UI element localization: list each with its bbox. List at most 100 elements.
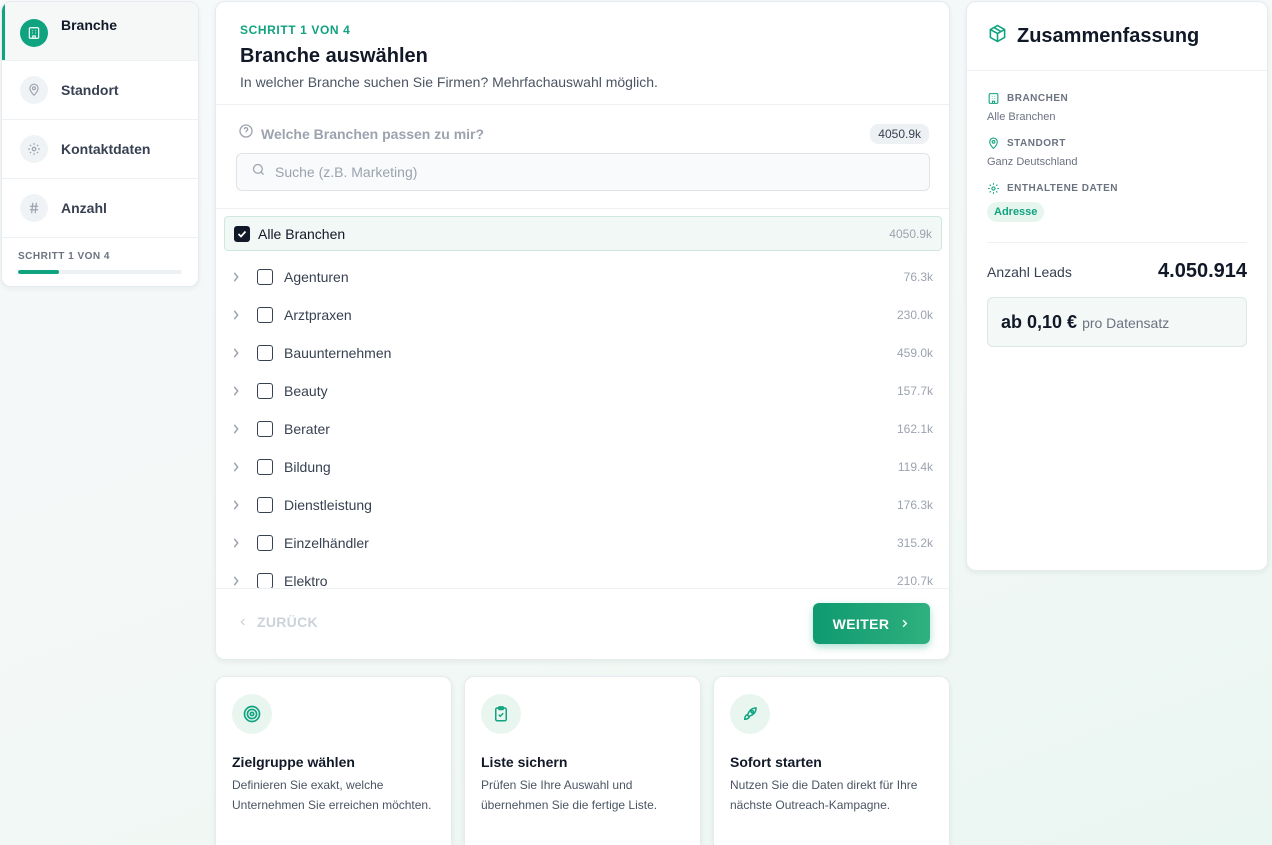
branch-row[interactable]: Bildung 119.4k [216,448,949,486]
all-branches-label: Alle Branchen [258,225,346,242]
branch-count: 459.0k [896,346,933,360]
search-input[interactable]: Suche (z.B. Marketing) [275,164,417,180]
feature-card-zielgruppe: Zielgruppe wählen Definieren Sie exakt, … [215,676,452,845]
feature-text: Definieren Sie exakt, welche Unternehmen… [232,778,432,812]
branch-selection-card: SCHRITT 1 VON 4 Branche auswählen In wel… [215,1,950,660]
branch-checkbox[interactable] [257,383,273,399]
branch-label: Beauty [284,383,328,399]
gear-icon [988,183,999,194]
branch-row[interactable]: Einzelhändler 315.2k [216,524,949,562]
divider [216,588,949,589]
branch-checkbox[interactable] [257,535,273,551]
branch-row[interactable]: Beauty 157.7k [216,372,949,410]
summary-standort-value: Ganz Deutschland [987,156,1078,168]
branch-label: Elektro [284,573,328,588]
feature-card-start: Sofort starten Nutzen Sie die Daten dire… [713,676,950,845]
sidebar-item-branche[interactable]: Branche [2,2,198,61]
sidebar-item-label: Anzahl [61,200,107,216]
divider [987,242,1247,243]
feature-title: Liste sichern [481,754,568,770]
branch-checkbox[interactable] [257,497,273,513]
building-icon [988,93,999,104]
branch-checkbox[interactable] [257,269,273,285]
summary-card: Zusammenfassung BRANCHEN Alle Branchen S… [966,1,1268,571]
progress-fill [18,270,59,274]
summary-title: Zusammenfassung [1017,24,1200,47]
feature-title: Zielgruppe wählen [232,754,355,770]
chevron-right-icon[interactable] [232,462,240,472]
price-box: ab 0,10 € pro Datensatz [987,297,1247,347]
all-branches-checkbox[interactable] [234,225,250,242]
branch-count: 162.1k [896,422,933,436]
feature-title: Sofort starten [730,754,822,770]
map-pin-icon [20,76,48,104]
help-link[interactable]: Welche Branchen passen zu mir? [261,126,484,142]
leads-label: Anzahl Leads [987,263,1072,280]
chevron-right-icon[interactable] [232,500,240,510]
leads-count: 4.050.914 [1158,260,1247,282]
step-eyebrow: SCHRITT 1 VON 4 [240,23,351,37]
total-count-badge: 4050.9k [870,123,929,144]
sidebar-item-label: Kontaktdaten [61,141,151,157]
all-branches-count: 4050.9k [889,226,932,241]
check-icon [237,230,247,238]
branch-label: Arztpraxen [284,307,352,323]
chevron-right-icon[interactable] [232,310,240,320]
chevron-right-icon[interactable] [232,386,240,396]
package-icon [988,24,1007,48]
building-icon [20,19,48,47]
all-branches-row[interactable]: Alle Branchen 4050.9k [224,216,942,251]
branch-count: 315.2k [896,536,933,550]
sidebar-item-kontaktdaten[interactable]: Kontaktdaten [2,120,198,179]
branch-count: 176.3k [896,498,933,512]
page-subtitle: In welcher Branche suchen Sie Firmen? Me… [240,74,658,90]
branch-count: 157.7k [896,384,933,398]
chevron-right-icon[interactable] [232,348,240,358]
target-icon [232,694,272,734]
feature-text: Nutzen Sie die Daten direkt für Ihre näc… [730,778,918,812]
chevron-right-icon[interactable] [232,272,240,282]
back-button-label: ZURÜCK [257,614,318,630]
sidebar-item-anzahl[interactable]: Anzahl [2,179,198,238]
clipboard-check-icon [481,694,521,734]
search-icon [251,162,266,182]
branch-row[interactable]: Arztpraxen 230.0k [216,296,949,334]
branch-row[interactable]: Agenturen 76.3k [216,258,949,296]
sidebar-item-standort[interactable]: Standort [2,61,198,120]
chevron-right-icon[interactable] [232,576,240,586]
branch-checkbox[interactable] [257,421,273,437]
summary-branchen-label: BRANCHEN [1007,93,1069,104]
hash-icon [20,194,48,222]
branch-count: 119.4k [897,460,933,474]
branch-list: Agenturen 76.3k Arztpraxen 230.0k Bauunterne… [216,258,949,588]
branch-checkbox[interactable] [257,459,273,475]
progress-label: SCHRITT 1 VON 4 [18,251,110,262]
branch-row[interactable]: Dienstleistung 176.3k [216,486,949,524]
price-value: ab 0,10 € [1001,312,1078,332]
branch-checkbox[interactable] [257,345,273,361]
summary-branchen-value: Alle Branchen [987,111,1056,123]
next-button[interactable]: WEITER [813,603,930,644]
branch-row[interactable]: Berater 162.1k [216,410,949,448]
help-circle-icon[interactable] [238,123,254,144]
branch-row[interactable]: Bauunternehmen 459.0k [216,334,949,372]
back-button[interactable]: ZURÜCK [238,614,318,630]
branch-label: Bildung [284,459,331,475]
rocket-icon [730,694,770,734]
progress-bar [18,270,182,274]
feature-text: Prüfen Sie Ihre Auswahl und übernehmen S… [481,778,658,812]
branch-count: 230.0k [896,308,933,322]
chevron-left-icon [240,618,245,626]
chevron-right-icon[interactable] [232,538,240,548]
branch-count: 76.3k [903,270,933,284]
branch-checkbox[interactable] [257,307,273,323]
next-button-label: WEITER [832,615,890,632]
step-sidebar: Branche Standort Kontaktdaten Anzahl SCH… [1,1,199,287]
search-field[interactable]: Suche (z.B. Marketing) [236,153,930,191]
page-title: Branche auswählen [240,45,428,67]
chevron-right-icon [903,619,908,628]
chevron-right-icon[interactable] [232,424,240,434]
branch-label: Bauunternehmen [284,345,392,361]
branch-checkbox[interactable] [257,573,273,588]
branch-row[interactable]: Elektro 210.7k [216,562,949,588]
